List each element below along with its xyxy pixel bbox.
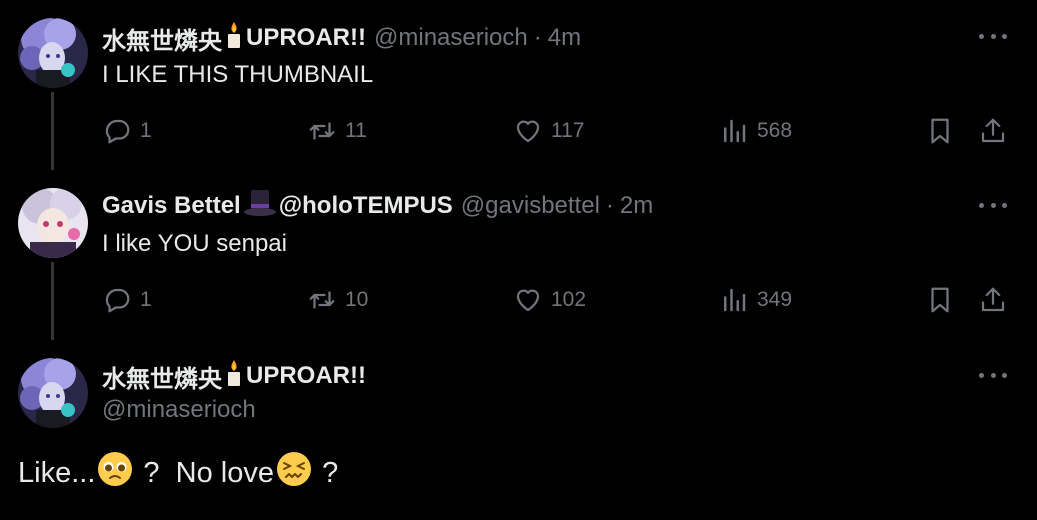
- display-name[interactable]: Gavis Bettel: [102, 192, 241, 220]
- reply-count: 1: [140, 288, 152, 311]
- user-handle[interactable]: @minaserioch: [374, 24, 528, 52]
- more-options-button[interactable]: [979, 363, 1007, 387]
- tweet-1[interactable]: 水無世燐央 UPROAR!! @minaserioch · 4m I LIKE …: [0, 0, 1037, 170]
- pleading-face-emoji-icon: [97, 451, 133, 495]
- more-icon: [979, 202, 984, 208]
- views-count: 349: [757, 288, 793, 311]
- avatar[interactable]: [18, 188, 88, 258]
- display-name[interactable]: 水無世燐央: [102, 21, 222, 56]
- reply-icon: [105, 119, 130, 144]
- more-icon: [979, 372, 984, 378]
- timestamp[interactable]: 4m: [548, 24, 581, 52]
- bookmark-button[interactable]: [925, 114, 955, 148]
- reply-button[interactable]: 1: [102, 283, 152, 317]
- retweet-button[interactable]: 11: [307, 114, 367, 148]
- bookmark-button[interactable]: [925, 283, 955, 317]
- display-name-suffix[interactable]: @holoTEMPUS: [279, 192, 453, 220]
- like-count: 117: [551, 119, 585, 142]
- share-button[interactable]: [978, 283, 1008, 317]
- views-button[interactable]: 349: [719, 283, 792, 317]
- share-icon: [981, 287, 1005, 312]
- tweet-actions: 1 10 102 349: [102, 283, 1012, 317]
- tweet-text: I like YOU senpai: [102, 230, 287, 257]
- display-name-suffix[interactable]: UPROAR!!: [246, 362, 366, 390]
- views-button[interactable]: 568: [719, 114, 792, 148]
- candle-emoji-icon: [224, 21, 244, 56]
- tweet-2[interactable]: Gavis Bettel @holoTEMPUS @gavisbettel · …: [0, 170, 1037, 340]
- retweet-count: 10: [345, 288, 369, 311]
- share-icon: [981, 118, 1005, 143]
- more-options-button[interactable]: [979, 193, 1007, 217]
- tweet-text: I LIKE THIS THUMBNAIL: [102, 61, 374, 88]
- heart-icon: [516, 289, 540, 312]
- like-button[interactable]: 102: [513, 283, 586, 317]
- retweet-button[interactable]: 10: [307, 283, 368, 317]
- bookmark-icon: [931, 287, 949, 313]
- user-handle[interactable]: @minaserioch: [102, 396, 256, 424]
- retweet-icon: [309, 122, 335, 140]
- tweet-text-part2: ? No love: [135, 456, 275, 489]
- reply-button[interactable]: 1: [102, 114, 152, 148]
- separator-dot: ·: [533, 24, 542, 51]
- user-handle[interactable]: @gavisbettel: [461, 192, 600, 220]
- retweet-count: 11: [345, 119, 367, 142]
- separator-dot: ·: [605, 192, 614, 219]
- reply-icon: [105, 288, 130, 313]
- candle-emoji-icon: [224, 359, 244, 394]
- top-hat-emoji-icon: [243, 188, 277, 225]
- tweet-header: 水無世燐央 UPROAR!! @minaserioch · 4m: [102, 21, 581, 56]
- views-count: 568: [757, 119, 793, 142]
- like-count: 102: [551, 288, 587, 311]
- tweet-header: Gavis Bettel @holoTEMPUS @gavisbettel · …: [102, 188, 653, 225]
- bookmark-icon: [931, 118, 949, 144]
- timestamp[interactable]: 2m: [620, 192, 653, 220]
- thread-line: [51, 92, 54, 170]
- reply-count: 1: [140, 119, 152, 142]
- like-button[interactable]: 117: [513, 114, 584, 148]
- tweet-actions: 1 11 117 568: [102, 114, 1012, 148]
- tweet-3-focused[interactable]: 水無世燐央 UPROAR!! @minaserioch Like... ? No…: [0, 340, 1037, 520]
- tweet-text-part1: Like...: [18, 456, 96, 489]
- more-icon: [979, 33, 984, 39]
- display-name[interactable]: 水無世燐央: [102, 359, 222, 394]
- tweet-text: Like... ? No love ?: [18, 451, 339, 495]
- retweet-icon: [309, 291, 335, 309]
- avatar[interactable]: [18, 18, 88, 88]
- display-name-suffix[interactable]: UPROAR!!: [246, 24, 366, 52]
- tweet-text-part3: ?: [314, 456, 339, 489]
- thread-line: [51, 262, 54, 340]
- confounded-face-emoji-icon: [276, 451, 312, 495]
- heart-icon: [516, 120, 540, 143]
- avatar[interactable]: [18, 358, 88, 428]
- views-icon: [724, 288, 746, 312]
- views-icon: [724, 119, 746, 143]
- tweet-header: 水無世燐央 UPROAR!!: [102, 359, 366, 394]
- more-options-button[interactable]: [979, 24, 1007, 48]
- share-button[interactable]: [978, 114, 1008, 148]
